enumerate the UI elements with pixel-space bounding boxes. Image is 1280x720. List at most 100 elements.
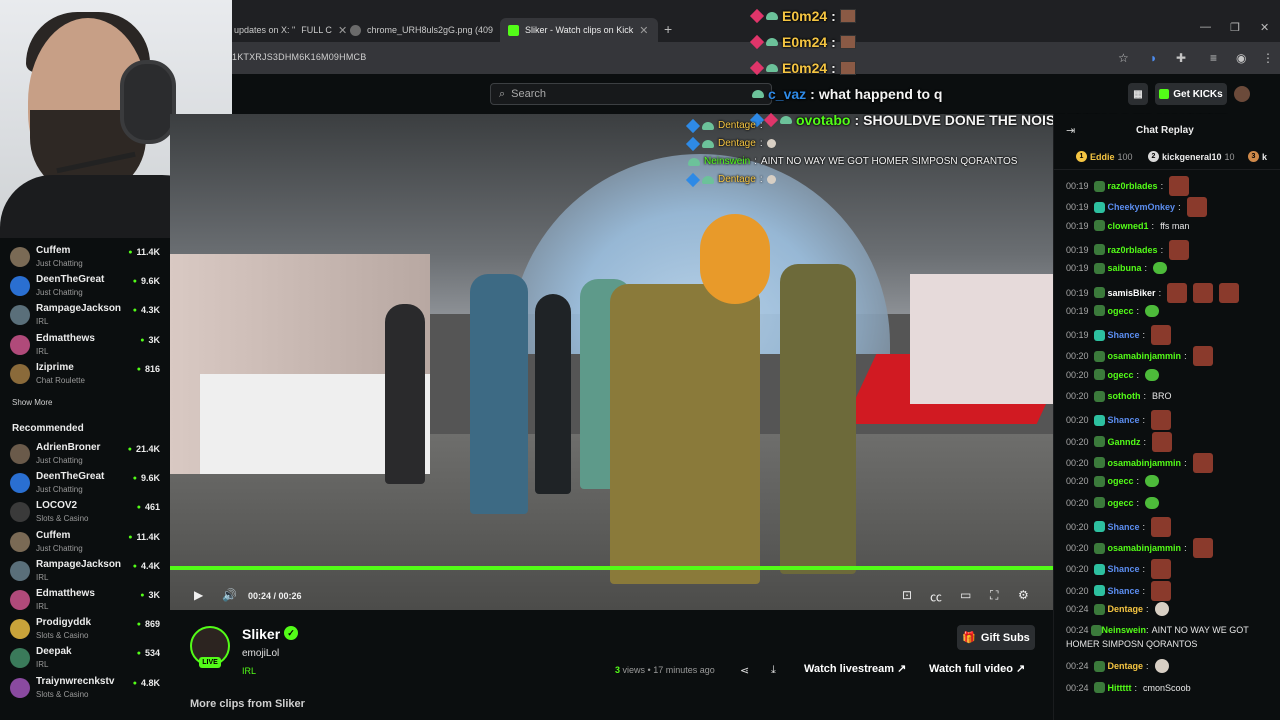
- collapse-chat-icon[interactable]: ⇥: [1066, 124, 1075, 137]
- chat-username[interactable]: osamabinjammin: [1108, 349, 1182, 363]
- chat-username[interactable]: Shance: [1108, 584, 1140, 598]
- get-kicks-button[interactable]: Get KICKs: [1155, 83, 1227, 105]
- chat-username[interactable]: ogecc: [1108, 474, 1134, 488]
- chat-username[interactable]: osamabinjammin: [1108, 541, 1182, 555]
- fullscreen-icon[interactable]: ⛶: [990, 588, 998, 603]
- chat-username[interactable]: Shance: [1108, 328, 1140, 342]
- badge-icon: [766, 12, 778, 20]
- settings-icon[interactable]: ⚙: [1018, 588, 1029, 602]
- sidebar-channel-row[interactable]: Iziprime Chat Roulette 816: [10, 360, 160, 388]
- chat-timestamp: 00:19: [1066, 287, 1089, 298]
- chat-username[interactable]: raz0rblades: [1108, 179, 1158, 193]
- chat-title: Chat Replay: [1136, 125, 1194, 136]
- chat-username[interactable]: Neinswein: [1102, 625, 1147, 635]
- browser-tab[interactable]: chrome_URH8uls2gG.png (409 ✕: [342, 18, 516, 42]
- close-icon[interactable]: ✕: [639, 24, 648, 37]
- leaderboard-entry[interactable]: 3k: [1248, 151, 1270, 162]
- sidebar-channel-row[interactable]: DeenTheGreat Just Chatting 9.6K: [10, 272, 160, 300]
- emote-icon: [1167, 282, 1188, 303]
- sidebar-channel-row[interactable]: Edmatthews IRL 3K: [10, 331, 160, 359]
- chat-username[interactable]: sothoth: [1108, 389, 1141, 403]
- media-icon[interactable]: ≡: [1210, 51, 1217, 65]
- menu-icon[interactable]: ⋮: [1262, 51, 1274, 65]
- chat-username[interactable]: Dentage: [1108, 659, 1144, 673]
- share-icon[interactable]: ⋖: [740, 664, 749, 677]
- badge-icon: [702, 139, 714, 148]
- chat-badge-icon: [1093, 287, 1105, 298]
- video-player[interactable]: ▶ 🔊 00:24 / 00:26 ⊡ ㏄ ▭ ⛶ ⚙: [170, 114, 1053, 610]
- chat-separator: :: [1184, 351, 1187, 362]
- channel-name: DeenTheGreat: [36, 471, 105, 483]
- verified-icon: ✓: [284, 626, 298, 640]
- leaderboard-entry[interactable]: 1 Eddie 100: [1076, 151, 1133, 162]
- chat-username[interactable]: clowned1: [1108, 219, 1149, 233]
- chat-username[interactable]: ogecc: [1108, 304, 1134, 318]
- chat-separator: :: [1136, 497, 1140, 508]
- chat-username[interactable]: Hittttt: [1108, 681, 1132, 695]
- chat-username[interactable]: ogecc: [1108, 368, 1134, 382]
- new-tab-icon[interactable]: +: [664, 21, 672, 37]
- sidebar-channel-row[interactable]: Prodigyddk Slots & Casino 869: [10, 615, 160, 643]
- chat-timestamp: 00:20: [1066, 585, 1089, 596]
- sidebar-channel-row[interactable]: Cuffem Just Chatting 11.4K: [10, 243, 160, 271]
- chat-username[interactable]: CheekymOnkey: [1108, 200, 1176, 214]
- download-icon[interactable]: ⤓: [771, 664, 776, 677]
- sidebar-channel-row[interactable]: DeenTheGreat Just Chatting 9.6K: [10, 469, 160, 497]
- chat-username[interactable]: ogecc: [1108, 496, 1134, 510]
- chat-username[interactable]: osamabinjammin: [1108, 456, 1182, 470]
- chat-username[interactable]: samisBiker: [1108, 286, 1156, 300]
- theater-mode-icon[interactable]: ▭: [960, 588, 971, 602]
- category-link[interactable]: IRL: [242, 666, 256, 676]
- progress-bar[interactable]: [170, 566, 1053, 570]
- profile-icon[interactable]: ◉: [1236, 51, 1246, 65]
- chat-username[interactable]: Ganndz: [1108, 435, 1141, 449]
- browser-tab-active[interactable]: Sliker - Watch clips on Kick ✕: [500, 18, 658, 42]
- streamer-name[interactable]: Sliker: [242, 626, 280, 642]
- maximize-icon[interactable]: ❐: [1230, 21, 1240, 34]
- clip-icon[interactable]: ⊡: [902, 588, 912, 602]
- gift-subs-button[interactable]: 🎁 Gift Subs: [957, 625, 1035, 650]
- url-text[interactable]: 1KTXRJS3DHM6K16M09HMCB: [232, 52, 366, 62]
- chat-badge-icon: [1093, 521, 1105, 533]
- watch-full-video-button[interactable]: Watch full video ↗: [929, 662, 1025, 675]
- sidebar-channel-row[interactable]: Traiynwrecnkstv Slots & Casino 4.8K: [10, 674, 160, 702]
- sidebar-channel-row[interactable]: Cuffem Just Chatting 11.4K: [10, 528, 160, 556]
- leaderboard-entry[interactable]: 2 kickgeneral10 10: [1148, 151, 1235, 162]
- sidebar-channel-row[interactable]: AdrienBroner Just Chatting 21.4K: [10, 440, 160, 468]
- sidebar-channel-row[interactable]: Edmatthews IRL 3K: [10, 586, 160, 614]
- chat-timestamp: 00:19: [1066, 244, 1089, 255]
- sidebar-channel-row[interactable]: RampageJackson IRL 4.4K: [10, 557, 160, 585]
- channel-name: Traiynwrecnkstv: [36, 675, 115, 687]
- browser-tab[interactable]: updates on X: " FULL C ✕: [226, 18, 355, 42]
- emote-icon: [1151, 580, 1172, 601]
- chat-username[interactable]: raz0rblades: [1108, 243, 1158, 257]
- chat-username[interactable]: Dentage: [1108, 602, 1144, 616]
- chat-username[interactable]: Shance: [1108, 562, 1140, 576]
- extension-icon[interactable]: ◗: [1150, 51, 1157, 65]
- chat-separator: :: [1134, 682, 1138, 693]
- pepe-emote-icon: [1145, 368, 1160, 381]
- sidebar-channel-row[interactable]: LOCOV2 Slots & Casino 461: [10, 498, 160, 526]
- chat-username[interactable]: Shance: [1108, 413, 1140, 427]
- chat-separator: :: [1142, 564, 1146, 575]
- show-more-link[interactable]: Show More: [12, 398, 52, 407]
- sidebar-channel-row[interactable]: RampageJackson IRL 4.3K: [10, 301, 160, 329]
- watch-livestream-button[interactable]: Watch livestream ↗: [804, 662, 906, 675]
- window-close-icon[interactable]: ✕: [1260, 21, 1269, 34]
- volume-icon[interactable]: 🔊: [222, 588, 237, 602]
- chat-username[interactable]: saibuna: [1108, 261, 1142, 275]
- captions-icon[interactable]: ㏄: [930, 588, 942, 605]
- user-avatar[interactable]: [1234, 86, 1250, 102]
- play-icon[interactable]: ▶: [194, 588, 203, 602]
- kick-icon: [1159, 89, 1170, 99]
- overlay-chat-user: E0m24: [782, 34, 828, 50]
- chat-message: 00:20 Shance:: [1066, 580, 1271, 601]
- star-icon[interactable]: ☆: [1118, 51, 1129, 65]
- puzzle-icon[interactable]: ✚: [1176, 51, 1186, 65]
- sidebar-channel-row[interactable]: Deepak IRL 534: [10, 644, 160, 672]
- layout-icon[interactable]: ▦: [1128, 83, 1148, 105]
- search-input[interactable]: ⌕ Search: [490, 83, 772, 105]
- chat-message: 00:20 Shance:: [1066, 559, 1271, 580]
- chat-username[interactable]: Shance: [1108, 520, 1140, 534]
- minimize-icon[interactable]: —: [1200, 21, 1211, 33]
